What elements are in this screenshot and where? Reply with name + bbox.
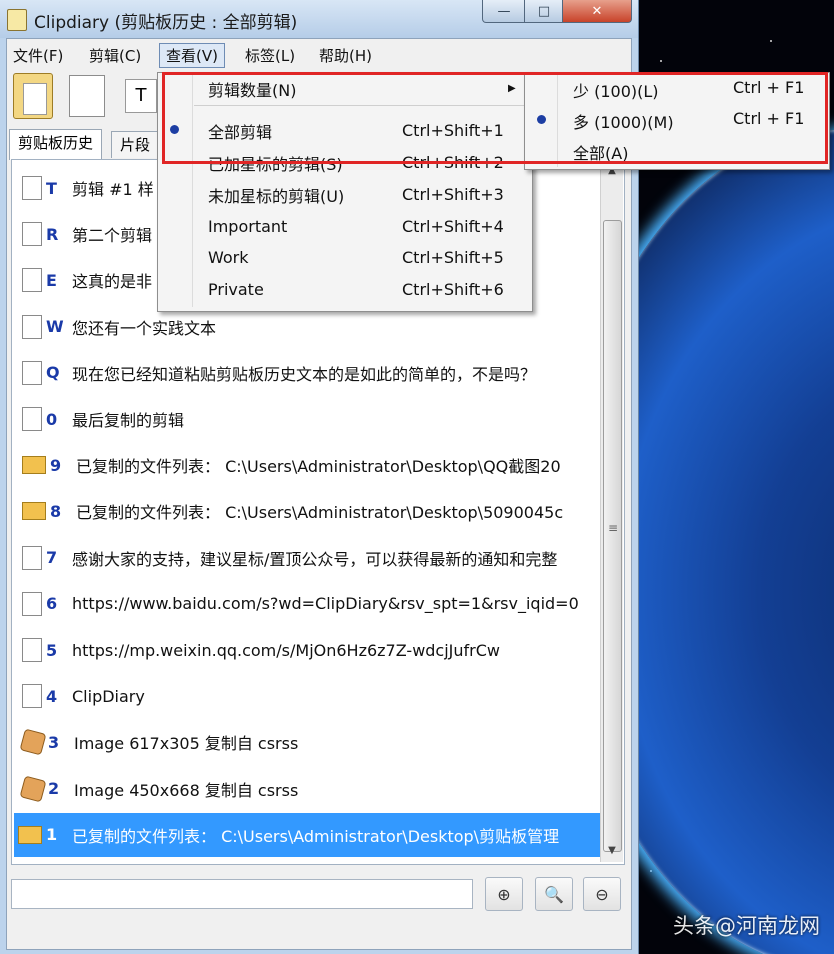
clip-hotkey: T — [46, 178, 57, 198]
document-icon — [22, 684, 42, 709]
clip-hotkey: 6 — [46, 594, 58, 614]
clip-text: 已复制的文件列表： C:\Users\Administrator\Desktop… — [76, 503, 564, 523]
minimize-button[interactable]: — — [482, 0, 526, 23]
tab-clipboard-history[interactable]: 剪贴板历史 — [9, 129, 103, 160]
clip-text: 已复制的文件列表： C:\Users\Administrator\Desktop… — [76, 457, 561, 477]
clip-list-item[interactable]: 1 已复制的文件列表： C:\Users\Administrator\Deskto… — [14, 812, 602, 857]
clip-hotkey: 0 — [46, 409, 58, 429]
clip-text: 剪辑 #1 样 — [72, 180, 154, 199]
clip-list-item[interactable]: 2 Image 450x668 复制自 csrss — [18, 767, 602, 811]
menu-item-label: Private — [208, 280, 264, 299]
star — [660, 60, 662, 62]
clip-text: 现在您已经知道粘贴剪贴板历史文本的是如此的简单的，不是吗？ — [72, 364, 537, 384]
image-icon — [19, 775, 47, 803]
clip-hotkey: 7 — [46, 548, 58, 568]
clip-list-item[interactable]: 5 https://mp.weixin.qq.com/s/MjOn6Hz6z7Z-… — [18, 628, 602, 672]
document-icon — [22, 222, 42, 247]
clipboard-icon[interactable] — [13, 73, 53, 119]
menu-item-work[interactable]: Work Ctrl+Shift+5 — [158, 242, 532, 273]
window-title: Clipdiary (剪贴板历史 : 全部剪辑) — [34, 13, 298, 33]
zoom-in-button[interactable]: ⊕ — [485, 877, 523, 911]
scrollbar-thumb[interactable]: ≡ — [603, 220, 622, 852]
clip-text: https://mp.weixin.qq.com/s/MjOn6Hz6z7Z-w… — [72, 640, 500, 660]
clip-list-item[interactable]: 4 ClipDiary — [18, 674, 602, 718]
document-icon — [22, 638, 42, 662]
clip-hotkey: Q — [46, 363, 60, 383]
maximize-button[interactable]: □ — [524, 0, 564, 23]
clip-list-item[interactable]: 6 https://www.baidu.com/s?wd=ClipDiary&rs… — [18, 582, 602, 626]
scroll-down-arrow-icon[interactable]: ▼ — [603, 842, 621, 860]
document-icon — [22, 314, 42, 339]
clip-text: 第二个剪辑 — [72, 226, 153, 246]
menu-item-label: Work — [208, 248, 249, 267]
search-button[interactable]: 🔍 — [535, 877, 573, 911]
document-icon[interactable] — [69, 75, 105, 117]
image-icon — [19, 728, 47, 756]
clip-text: ClipDiary — [72, 686, 145, 706]
menu-file[interactable]: 文件(F) — [13, 45, 63, 66]
menu-item-label: Important — [208, 217, 288, 236]
menu-help[interactable]: 帮助(H) — [319, 45, 372, 66]
menu-item-shortcut: Ctrl+Shift+6 — [402, 280, 504, 299]
clip-hotkey: 9 — [50, 455, 62, 475]
clip-hotkey: 1 — [46, 825, 58, 845]
star — [770, 40, 772, 42]
clip-hotkey: R — [46, 224, 59, 244]
clip-hotkey: 5 — [46, 640, 58, 660]
tab-snippets[interactable]: 片段 — [111, 131, 160, 158]
document-icon — [22, 268, 42, 293]
clip-list-item[interactable]: 3 Image 617x305 复制自 csrss — [18, 720, 602, 764]
folder-icon — [22, 456, 46, 475]
red-highlight-box — [162, 72, 828, 164]
document-icon — [22, 591, 42, 616]
clip-text: 这真的是非 — [72, 272, 153, 292]
folder-icon — [22, 502, 46, 521]
clip-list-item[interactable]: Q 现在您已经知道粘贴剪贴板历史文本的是如此的简单的，不是吗？ — [18, 351, 602, 395]
search-input[interactable] — [11, 879, 473, 909]
menu-item-label: 未加星标的剪辑(U) — [208, 186, 345, 206]
document-icon — [22, 545, 42, 570]
menu-clip[interactable]: 剪辑(C) — [89, 45, 141, 66]
text-format-button[interactable]: T — [125, 79, 157, 113]
document-icon — [22, 407, 42, 431]
clip-text: 感谢大家的支持，建议星标/置顶公众号，可以获得最新的通知和完整 — [72, 549, 558, 569]
menu-bar: 文件(F) 剪辑(C) 查看(V) 标签(L) 帮助(H) — [7, 39, 631, 69]
clip-text: 最后复制的剪辑 — [72, 411, 185, 430]
clip-text: 您还有一个实践文本 — [72, 318, 217, 338]
menu-label[interactable]: 标签(L) — [245, 45, 295, 66]
menu-item-shortcut: Ctrl+Shift+5 — [402, 248, 504, 267]
menu-item-shortcut: Ctrl+Shift+3 — [402, 185, 504, 204]
title-bar[interactable]: Clipdiary (剪贴板历史 : 全部剪辑) — □ ✕ — [0, 0, 638, 38]
zoom-out-button[interactable]: ⊖ — [583, 877, 621, 911]
bottom-bar: ⊕ 🔍 ⊖ — [11, 873, 623, 913]
watermark: 头条@河南龙网 — [673, 914, 820, 938]
clip-hotkey: W — [46, 317, 64, 337]
clip-text: Image 617x305 复制自 csrss — [74, 734, 299, 754]
clip-text: https://www.baidu.com/s?wd=ClipDiary&rsv… — [72, 594, 579, 614]
clip-hotkey: 3 — [48, 732, 60, 752]
clip-text: Image 450x668 复制自 csrss — [74, 780, 299, 800]
menu-item-unstarred[interactable]: 未加星标的剪辑(U) Ctrl+Shift+3 — [158, 179, 532, 210]
clip-text: 已复制的文件列表： C:\Users\Administrator\Desktop… — [72, 826, 560, 846]
clip-list-item[interactable]: 0 最后复制的剪辑 — [18, 397, 602, 441]
clip-hotkey: 4 — [46, 686, 58, 706]
folder-icon — [18, 825, 42, 844]
vertical-scrollbar[interactable]: ▲ ≡ ▼ — [600, 160, 623, 862]
star — [650, 870, 652, 872]
app-icon — [7, 9, 27, 31]
clip-list-item[interactable]: 9 已复制的文件列表： C:\Users\Administrator\Deskto… — [18, 443, 602, 487]
document-icon — [22, 176, 42, 200]
menu-item-shortcut: Ctrl+Shift+4 — [402, 217, 504, 236]
close-button[interactable]: ✕ — [562, 0, 632, 23]
clip-hotkey: 2 — [48, 779, 60, 799]
menu-item-private[interactable]: Private Ctrl+Shift+6 — [158, 274, 532, 305]
document-icon — [22, 360, 42, 385]
clip-list-item[interactable]: 8 已复制的文件列表： C:\Users\Administrator\Deskto… — [18, 489, 602, 533]
menu-view[interactable]: 查看(V) — [159, 43, 225, 68]
clip-list-item[interactable]: 7 感谢大家的支持，建议星标/置顶公众号，可以获得最新的通知和完整 — [18, 536, 602, 580]
clip-hotkey: E — [46, 270, 57, 290]
menu-item-important[interactable]: Important Ctrl+Shift+4 — [158, 211, 532, 242]
clip-hotkey: 8 — [50, 501, 62, 521]
